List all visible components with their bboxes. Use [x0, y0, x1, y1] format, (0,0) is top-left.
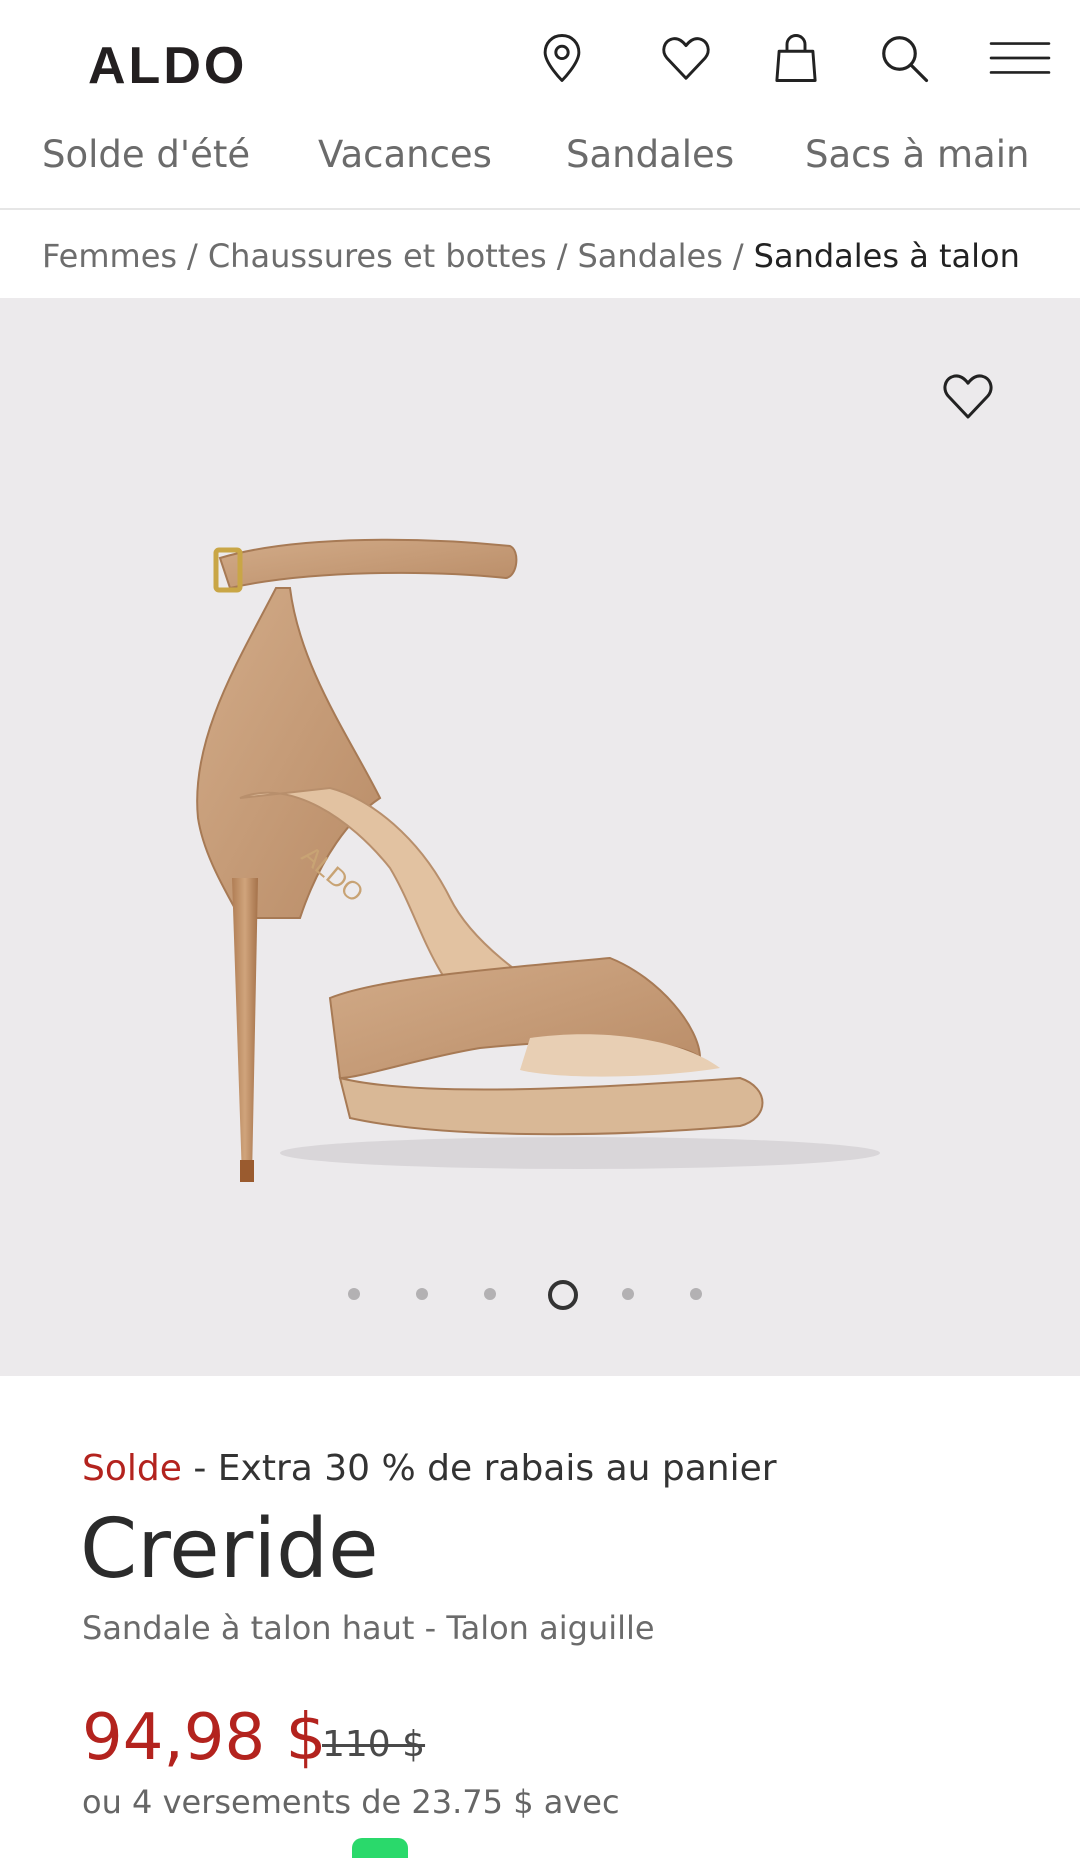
promo-line: Solde - Extra 30 % de rabais au panier	[82, 1446, 777, 1492]
heart-icon[interactable]	[658, 30, 714, 86]
installments-text: ou 4 versements de 23.75 $ avec	[82, 1783, 620, 1821]
product-image-gallery[interactable]: ALDO	[0, 298, 1080, 1376]
site-header: ALDO	[0, 0, 1080, 120]
breadcrumb: Femmes / Chaussures et bottes / Sandales / San…	[42, 234, 1020, 278]
original-price: 110 $	[322, 1724, 426, 1765]
breadcrumb-sandales[interactable]: Sandales	[577, 237, 722, 275]
product-image: ALDO	[196, 538, 880, 1182]
breadcrumb-current: Sandales à talon	[753, 237, 1020, 275]
promo-text: - Extra 30 % de rabais au panier	[193, 1448, 777, 1489]
breadcrumb-separator: /	[556, 237, 568, 275]
category-nav: Solde d'été Vacances Sandales Sacs à mai…	[0, 118, 1080, 210]
search-icon[interactable]	[876, 30, 932, 86]
product-description: Sandale à talon haut - Talon aiguille	[82, 1609, 655, 1647]
breadcrumb-separator: /	[187, 237, 198, 275]
nav-item-sandales[interactable]: Sandales	[566, 130, 734, 180]
gallery-dot[interactable]	[622, 1288, 634, 1300]
gallery-dot[interactable]	[690, 1288, 702, 1300]
aldo-logo[interactable]: ALDO	[88, 36, 247, 96]
breadcrumb-separator: /	[732, 237, 744, 275]
gallery-pagination	[0, 1274, 1080, 1314]
gallery-dot-active[interactable]	[548, 1280, 578, 1310]
nav-item-sacs-a-main[interactable]: Sacs à main	[805, 130, 1029, 180]
gallery-dot[interactable]	[484, 1288, 496, 1300]
breadcrumb-femmes[interactable]: Femmes	[42, 237, 177, 275]
favorite-heart-icon[interactable]	[940, 368, 1000, 428]
gallery-dot[interactable]	[416, 1288, 428, 1300]
product-name: Creride	[80, 1502, 379, 1597]
nav-item-vacances[interactable]: Vacances	[318, 130, 492, 180]
afterpay-logo[interactable]	[352, 1838, 408, 1858]
sale-label: Solde	[82, 1448, 182, 1489]
hamburger-menu-icon[interactable]	[988, 30, 1052, 86]
gallery-dot[interactable]	[348, 1288, 360, 1300]
location-pin-icon[interactable]	[534, 30, 590, 86]
shopping-bag-icon[interactable]	[768, 30, 824, 86]
breadcrumb-chaussures[interactable]: Chaussures et bottes	[208, 237, 547, 275]
nav-item-solde-ete[interactable]: Solde d'été	[42, 130, 250, 180]
sale-price: 94,98 $	[82, 1701, 327, 1775]
